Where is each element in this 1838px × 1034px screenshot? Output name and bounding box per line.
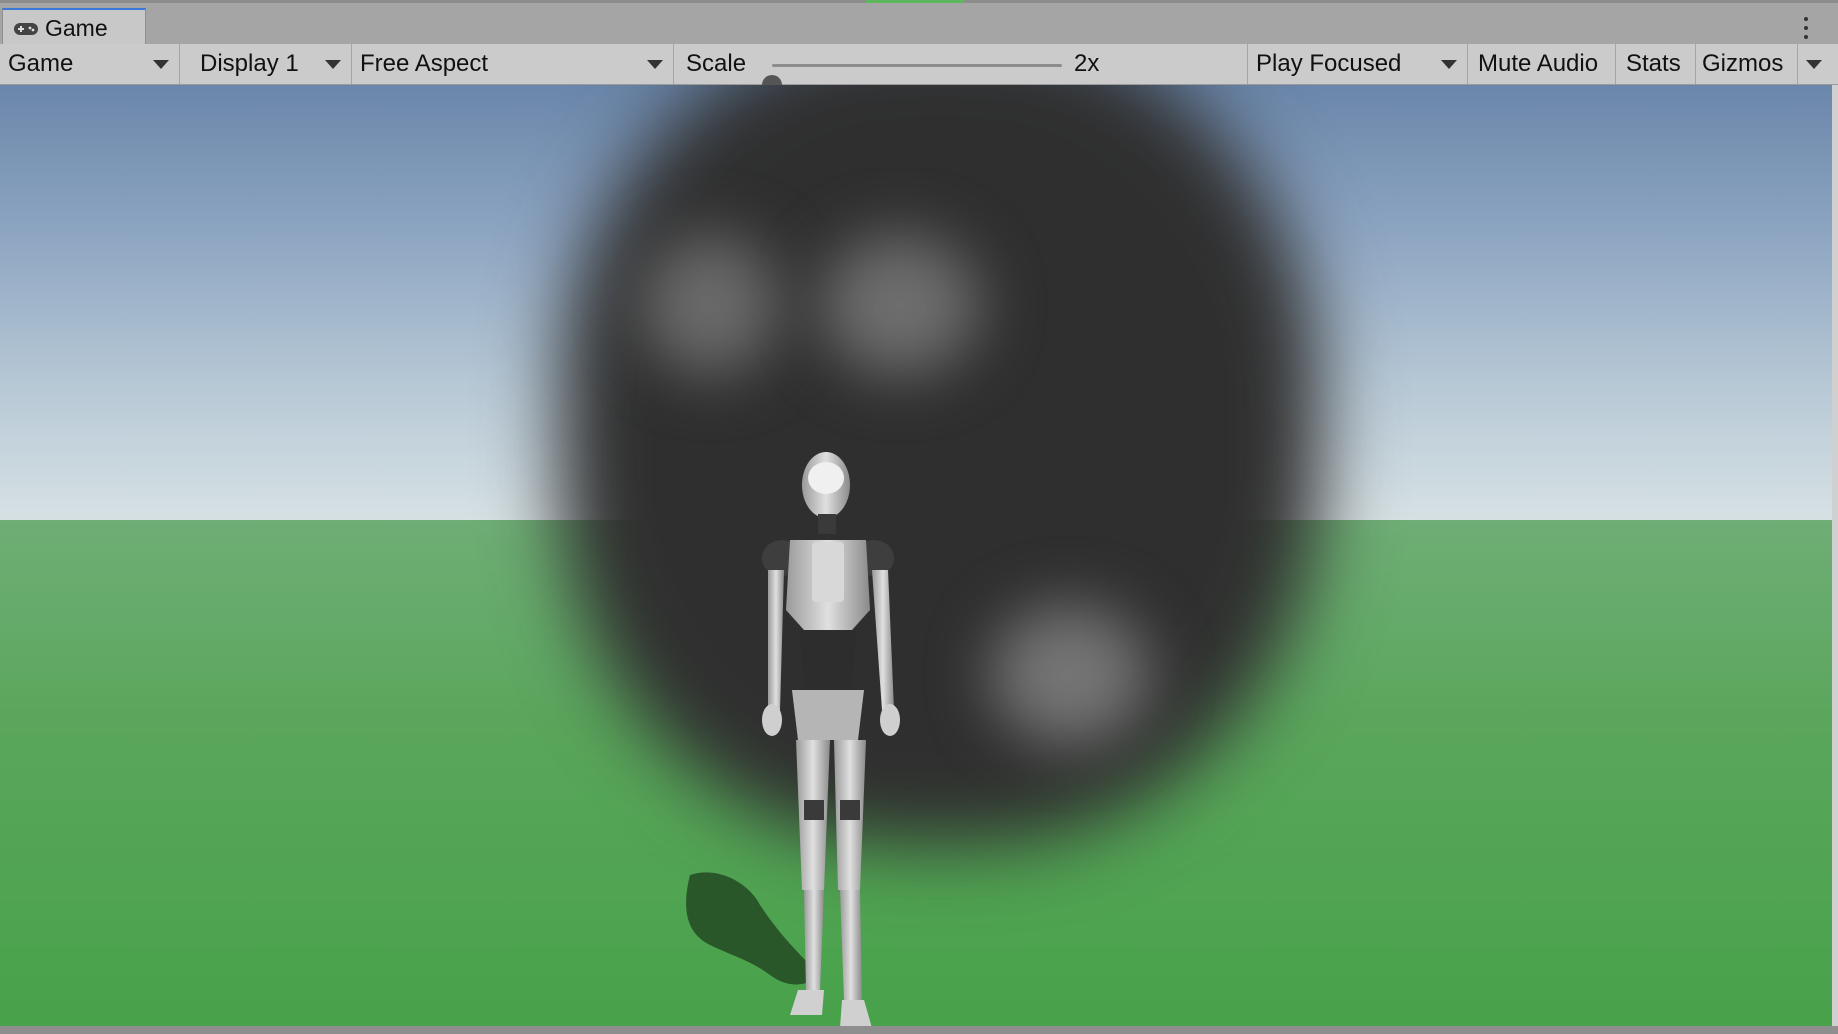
tab-bar: Game xyxy=(0,0,1838,47)
robot-character xyxy=(762,452,900,1026)
stats-button[interactable]: Stats xyxy=(1616,44,1696,84)
panel-border xyxy=(1832,85,1838,1026)
mute-audio-button[interactable]: Mute Audio xyxy=(1468,44,1616,84)
view-mode-dropdown[interactable]: Game xyxy=(0,44,180,84)
chevron-down-icon xyxy=(647,60,663,69)
aspect-dropdown[interactable]: Free Aspect xyxy=(352,44,674,84)
play-mode-indicator xyxy=(866,0,964,3)
game-toolbar: Game Display 1 Free Aspect Scale 2x Play… xyxy=(0,44,1838,95)
tab-game-label: Game xyxy=(45,15,108,41)
scale-slider-track[interactable] xyxy=(762,64,1062,95)
display-label: Display 1 xyxy=(200,50,299,77)
kebab-menu-icon[interactable] xyxy=(1802,17,1810,39)
blur-highlight xyxy=(820,235,980,375)
dark-blurred-shape xyxy=(560,85,1320,845)
view-mode-label: Game xyxy=(8,50,74,77)
blur-highlight xyxy=(990,605,1150,745)
scale-value: 2x xyxy=(1074,50,1100,77)
play-mode-dropdown[interactable]: Play Focused xyxy=(1248,44,1468,84)
play-mode-label: Play Focused xyxy=(1256,50,1402,77)
chevron-down-icon xyxy=(1441,60,1457,69)
gizmos-button[interactable]: Gizmos xyxy=(1696,44,1798,84)
aspect-label: Free Aspect xyxy=(360,50,489,77)
chevron-down-icon xyxy=(325,60,341,69)
scale-control: Scale 2x xyxy=(674,44,1248,95)
gamepad-icon xyxy=(13,21,39,37)
gizmos-dropdown[interactable] xyxy=(1798,44,1832,84)
display-dropdown[interactable]: Display 1 xyxy=(180,44,352,84)
blur-highlight xyxy=(640,235,780,375)
scale-label: Scale xyxy=(686,50,747,77)
gizmos-label: Gizmos xyxy=(1702,50,1784,77)
bottom-border xyxy=(0,1026,1838,1034)
game-viewport[interactable] xyxy=(0,85,1833,1026)
chevron-down-icon xyxy=(1806,60,1822,69)
chevron-down-icon xyxy=(153,60,169,69)
stats-label: Stats xyxy=(1626,50,1681,77)
game-window: Game Game Display 1 Free Aspect Scale 2x xyxy=(0,0,1838,1034)
tab-game[interactable]: Game xyxy=(2,8,146,47)
mute-audio-label: Mute Audio xyxy=(1478,50,1599,77)
